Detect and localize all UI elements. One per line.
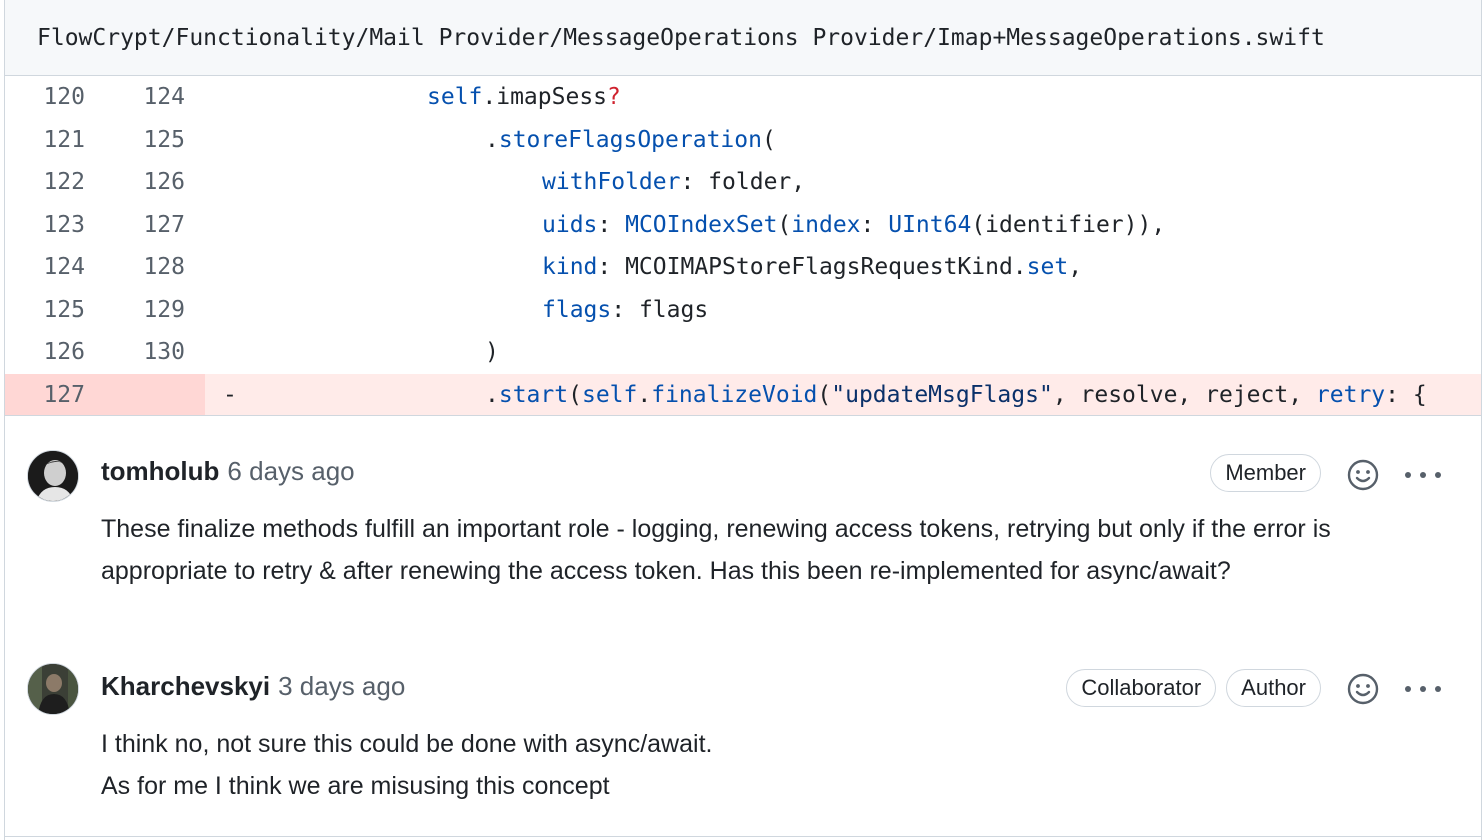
old-line-number[interactable]: 126 — [5, 331, 85, 374]
comment-header: Kharchevskyi 3 days ago — [101, 671, 405, 702]
new-line-number[interactable]: 124 — [105, 76, 185, 119]
comment-body-line: I think no, not sure this could be done … — [101, 730, 713, 758]
new-line-number[interactable]: 129 — [105, 289, 185, 332]
old-line-number[interactable]: 127 — [5, 374, 85, 417]
review-comment: tomholub 6 days ago Member These finaliz… — [5, 416, 1481, 631]
file-path[interactable]: FlowCrypt/Functionality/Mail Provider/Me… — [37, 25, 1325, 51]
diff-row-deletion: 127 - . start(self. finalizeVoid("updateMs… — [5, 373, 1481, 417]
file-header: FlowCrypt/Functionality/Mail Provider/Me… — [5, 0, 1481, 76]
diff-row: 125 129 flags: flags — [5, 289, 1481, 332]
comment-timestamp[interactable]: 3 days ago — [278, 671, 405, 702]
comment-author[interactable]: tomholub — [101, 456, 219, 487]
new-line-number[interactable] — [105, 374, 185, 417]
old-line-number[interactable]: 124 — [5, 246, 85, 289]
avatar[interactable] — [27, 663, 79, 715]
diff-row: 122 126 withFolder: folder, — [5, 161, 1481, 204]
divider — [5, 836, 1481, 837]
comment-body: I think no, not sure this could be done … — [101, 723, 1431, 807]
smiley-icon[interactable] — [1346, 672, 1380, 706]
old-line-number[interactable]: 122 — [5, 161, 85, 204]
member-badge: Member — [1210, 454, 1321, 492]
avatar-image — [28, 451, 78, 501]
comment-author[interactable]: Kharchevskyi — [101, 671, 270, 702]
diff-row: 121 125 . storeFlagsOperation( — [5, 119, 1481, 162]
new-line-number[interactable]: 130 — [105, 331, 185, 374]
code-line: . storeFlagsOperation( — [485, 126, 776, 153]
old-line-number[interactable]: 121 — [5, 119, 85, 162]
code-line: flags: flags — [542, 296, 709, 323]
smiley-icon[interactable] — [1346, 458, 1380, 492]
new-line-number[interactable]: 128 — [105, 246, 185, 289]
review-comment: Kharchevskyi 3 days ago Collaborator Aut… — [5, 631, 1481, 836]
old-line-number[interactable]: 125 — [5, 289, 85, 332]
comment-body: These finalize methods fulfill an import… — [101, 515, 1331, 585]
diff-row: 123 127 uids: MCOIndexSet(index: UInt64(… — [5, 204, 1481, 247]
code-line: kind: MCOIMAPStoreFlagsRequestKind. set, — [542, 254, 1083, 281]
kebab-horizontal-icon[interactable] — [1405, 470, 1441, 480]
diff-row: 124 128 kind: MCOIMAPStoreFlagsRequestKi… — [5, 246, 1481, 289]
comment-header: tomholub 6 days ago — [101, 456, 355, 487]
code-line: . start(self. finalizeVoid("updateMsgFlags… — [485, 381, 1427, 408]
collaborator-badge: Collaborator — [1066, 669, 1217, 707]
deletion-marker: - — [223, 381, 237, 408]
code-line: ) — [485, 339, 499, 366]
author-badge: Author — [1226, 669, 1321, 707]
diff-row: 120 124 self .imapSess? — [5, 76, 1481, 119]
comment-badges: Member — [1210, 454, 1321, 492]
diff-row: 126 130 ) — [5, 331, 1481, 374]
code-line: uids: MCOIndexSet(index: UInt64 (identifi… — [542, 211, 1166, 238]
comment-body-line: As for me I think we are misusing this c… — [101, 772, 610, 800]
new-line-number[interactable]: 125 — [105, 119, 185, 162]
comment-timestamp[interactable]: 6 days ago — [227, 456, 354, 487]
kebab-horizontal-icon[interactable] — [1405, 684, 1441, 694]
new-line-number[interactable]: 127 — [105, 204, 185, 247]
code-line: self .imapSess? — [427, 84, 621, 111]
diff-table: 120 124 self .imapSess? 121 125 . storeFla… — [5, 76, 1481, 416]
avatar-image — [28, 664, 78, 714]
old-line-number[interactable]: 123 — [5, 204, 85, 247]
new-line-number[interactable]: 126 — [105, 161, 185, 204]
comment-badges: Collaborator Author — [1066, 669, 1321, 707]
code-line: withFolder: folder, — [542, 169, 806, 196]
avatar[interactable] — [27, 450, 79, 502]
review-thread: FlowCrypt/Functionality/Mail Provider/Me… — [4, 0, 1482, 840]
old-line-number[interactable]: 120 — [5, 76, 85, 119]
